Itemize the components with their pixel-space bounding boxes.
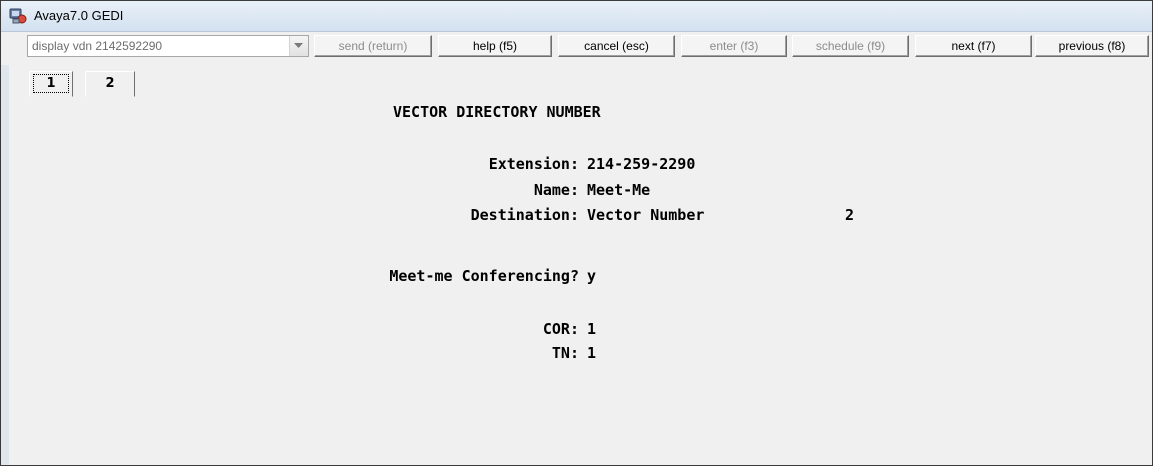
- cancel-button[interactable]: cancel (esc): [558, 35, 675, 57]
- form-heading: VECTOR DIRECTORY NUMBER: [393, 103, 601, 121]
- enter-button[interactable]: enter (f3): [681, 35, 787, 57]
- destination-number-field[interactable]: 2: [845, 206, 854, 224]
- tab-label: 1: [33, 74, 69, 93]
- destination-label: Destination:: [470, 206, 579, 224]
- chevron-down-icon: [294, 43, 303, 48]
- meetme-conferencing-label: Meet-me Conferencing?: [389, 267, 579, 285]
- avaya-gedi-icon[interactable]: [9, 7, 27, 25]
- tn-label: TN:: [551, 344, 579, 362]
- meetme-conferencing-field[interactable]: y: [587, 267, 596, 285]
- tab-page-2[interactable]: 2: [85, 71, 135, 97]
- page-tabs: 1 2: [9, 65, 1152, 99]
- extension-label: Extension:: [488, 155, 579, 173]
- cor-field[interactable]: 1: [587, 320, 596, 338]
- dropdown-button[interactable]: [289, 36, 308, 56]
- send-button[interactable]: send (return): [314, 35, 432, 57]
- command-input[interactable]: display vdn 2142592290: [32, 39, 162, 53]
- schedule-button[interactable]: schedule (f9): [792, 35, 909, 57]
- previous-button[interactable]: previous (f8): [1035, 35, 1149, 57]
- window-title: Avaya7.0 GEDI: [34, 8, 124, 23]
- command-combobox[interactable]: display vdn 2142592290: [27, 35, 309, 57]
- title-bar: Avaya7.0 GEDI: [1, 1, 1152, 32]
- name-field[interactable]: Meet-Me: [587, 181, 650, 199]
- destination-type-field[interactable]: Vector Number: [587, 206, 704, 224]
- name-label: Name:: [533, 181, 579, 199]
- cor-label: COR:: [542, 320, 579, 338]
- command-toolbar: display vdn 2142592290 send (return) hel…: [1, 32, 1152, 65]
- help-button[interactable]: help (f5): [438, 35, 552, 57]
- tab-page-1[interactable]: 1: [29, 71, 73, 97]
- extension-field[interactable]: 214-259-2290: [587, 155, 695, 173]
- next-button[interactable]: next (f7): [915, 35, 1032, 57]
- form-screen: VECTOR DIRECTORY NUMBER Extension: 214-2…: [9, 99, 1152, 465]
- gedi-window: Avaya7.0 GEDI display vdn 2142592290 sen…: [0, 0, 1153, 466]
- tn-field[interactable]: 1: [587, 344, 596, 362]
